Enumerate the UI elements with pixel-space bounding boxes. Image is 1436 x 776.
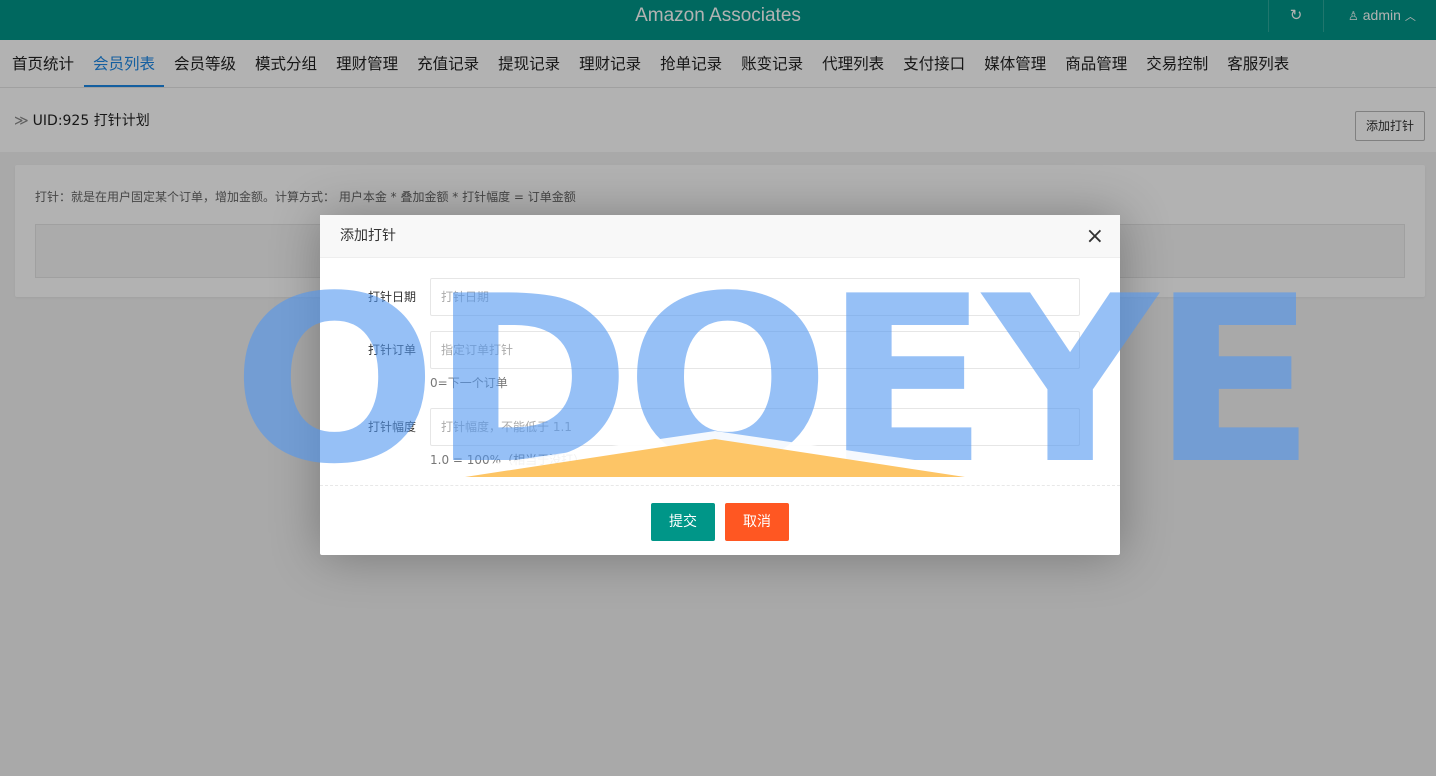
- dialog-footer: 提交 取消: [320, 485, 1120, 555]
- order-hint: 0=下一个订单: [430, 376, 508, 390]
- dialog-body: 打针日期 打针订单 0=下一个订单 打针幅度 1.0 = 100%（相当于没打）: [320, 258, 1120, 486]
- add-injection-dialog: 添加打针 × 打针日期 打针订单 0=下一个订单 打针幅度 1.0 = 100%…: [320, 215, 1120, 555]
- close-icon[interactable]: ×: [1086, 215, 1104, 258]
- form-row-order: 打针订单: [320, 331, 1120, 369]
- dialog-title: 添加打针: [340, 228, 396, 244]
- form-row-amplitude: 打针幅度: [320, 408, 1120, 446]
- dialog-header: 添加打针 ×: [320, 215, 1120, 258]
- date-label: 打针日期: [367, 290, 416, 304]
- order-input[interactable]: [430, 331, 1080, 369]
- amplitude-label: 打针幅度: [367, 420, 416, 434]
- submit-button[interactable]: 提交: [651, 503, 715, 541]
- amplitude-hint: 1.0 = 100%（相当于没打）: [430, 453, 586, 467]
- date-input[interactable]: [430, 278, 1080, 316]
- order-label: 打针订单: [367, 343, 416, 357]
- form-row-date: 打针日期: [320, 278, 1120, 316]
- cancel-button[interactable]: 取消: [725, 503, 789, 541]
- amplitude-input[interactable]: [430, 408, 1080, 446]
